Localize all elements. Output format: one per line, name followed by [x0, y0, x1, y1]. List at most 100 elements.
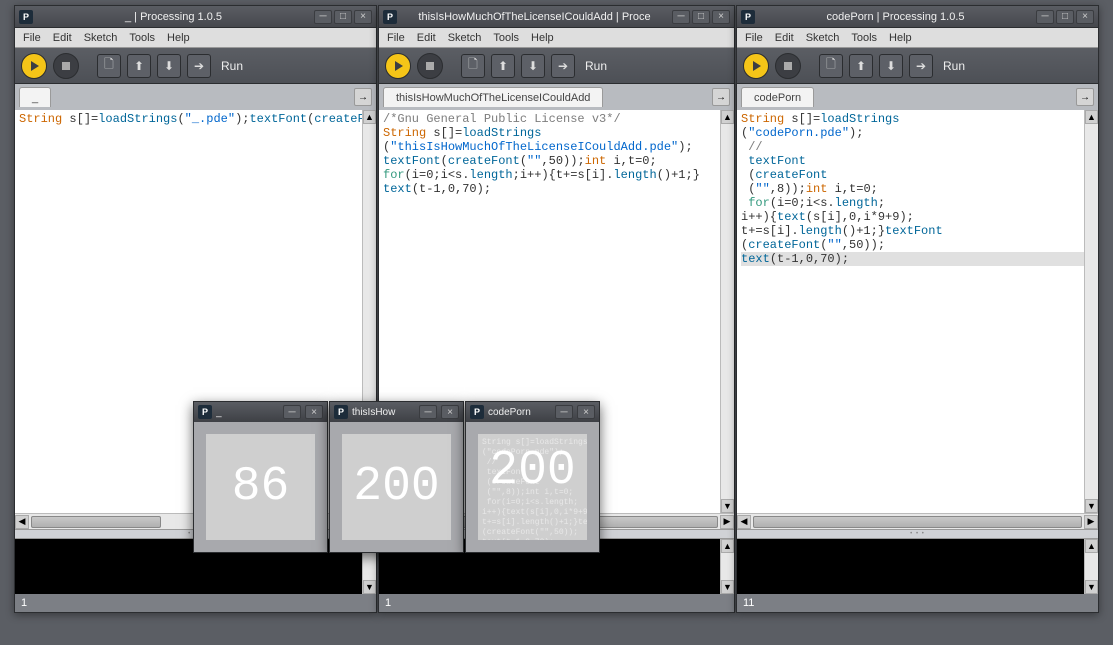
- maximize-button[interactable]: □: [1056, 10, 1074, 24]
- run-button[interactable]: [21, 53, 47, 79]
- close-button[interactable]: ×: [712, 10, 730, 24]
- editor-hscroll[interactable]: ◀ ▶: [737, 513, 1098, 529]
- split-grip[interactable]: • • •: [737, 529, 1098, 539]
- output-window-2: P thisIsHow ─ × 200: [329, 401, 464, 553]
- open-button[interactable]: ⬆: [127, 54, 151, 78]
- hscroll-thumb[interactable]: [753, 516, 1082, 528]
- export-icon: ➔: [558, 59, 568, 73]
- scroll-down-icon[interactable]: ▼: [1085, 499, 1098, 513]
- scroll-down-icon[interactable]: ▼: [363, 580, 376, 594]
- app-icon: P: [383, 10, 397, 24]
- stop-button[interactable]: [53, 53, 79, 79]
- app-icon: P: [334, 405, 348, 419]
- menu-file[interactable]: File: [745, 32, 763, 44]
- stop-button[interactable]: [417, 53, 443, 79]
- app-icon: P: [198, 405, 212, 419]
- run-button[interactable]: [385, 53, 411, 79]
- hscroll-thumb[interactable]: [31, 516, 161, 528]
- open-button[interactable]: ⬆: [491, 54, 515, 78]
- app-icon: P: [741, 10, 755, 24]
- save-icon: ⬇: [164, 59, 174, 73]
- toolbar-label: Run: [585, 59, 607, 73]
- tab-menu-button[interactable]: →: [712, 88, 730, 106]
- menu-help[interactable]: Help: [531, 32, 554, 44]
- menu-edit[interactable]: Edit: [53, 32, 72, 44]
- save-button[interactable]: ⬇: [157, 54, 181, 78]
- menu-edit[interactable]: Edit: [417, 32, 436, 44]
- save-button[interactable]: ⬇: [521, 54, 545, 78]
- open-button[interactable]: ⬆: [849, 54, 873, 78]
- run-button[interactable]: [743, 53, 769, 79]
- titlebar[interactable]: P thisIsHowMuchOfTheLicenseICouldAdd | P…: [379, 6, 734, 28]
- new-button[interactable]: 🗋: [461, 54, 485, 78]
- menu-help[interactable]: Help: [167, 32, 190, 44]
- close-button[interactable]: ×: [354, 10, 372, 24]
- new-button[interactable]: 🗋: [819, 54, 843, 78]
- titlebar[interactable]: P _ | Processing 1.0.5 ─ □ ×: [15, 6, 376, 28]
- scroll-down-icon[interactable]: ▼: [721, 580, 734, 594]
- menu-tools[interactable]: Tools: [129, 32, 155, 44]
- menu-tools[interactable]: Tools: [493, 32, 519, 44]
- scroll-down-icon[interactable]: ▼: [1085, 580, 1098, 594]
- window-title: thisIsHowMuchOfTheLicenseICouldAdd | Pro…: [401, 11, 668, 23]
- console-vscroll[interactable]: ▲ ▼: [1084, 539, 1098, 594]
- menu-sketch[interactable]: Sketch: [806, 32, 840, 44]
- tab-menu-button[interactable]: →: [1076, 88, 1094, 106]
- minimize-button[interactable]: ─: [314, 10, 332, 24]
- scroll-up-icon[interactable]: ▲: [721, 539, 734, 553]
- menu-file[interactable]: File: [387, 32, 405, 44]
- close-button[interactable]: ×: [441, 405, 459, 419]
- editor-vscroll[interactable]: ▲ ▼: [1084, 110, 1098, 513]
- export-icon: ➔: [916, 59, 926, 73]
- code-area[interactable]: String s[]=loadStrings ("codePorn.pde");…: [737, 110, 1098, 513]
- menu-tools[interactable]: Tools: [851, 32, 877, 44]
- export-button[interactable]: ➔: [909, 54, 933, 78]
- minimize-button[interactable]: ─: [1036, 10, 1054, 24]
- toolbar: 🗋 ⬆ ⬇ ➔ Run: [15, 48, 376, 84]
- tabbar: codePorn →: [737, 84, 1098, 110]
- menu-edit[interactable]: Edit: [775, 32, 794, 44]
- minimize-button[interactable]: ─: [419, 405, 437, 419]
- scroll-up-icon[interactable]: ▲: [1085, 110, 1098, 124]
- scroll-right-icon[interactable]: ▶: [1084, 515, 1098, 529]
- menu-help[interactable]: Help: [889, 32, 912, 44]
- menu-sketch[interactable]: Sketch: [448, 32, 482, 44]
- scroll-up-icon[interactable]: ▲: [1085, 539, 1098, 553]
- new-button[interactable]: 🗋: [97, 54, 121, 78]
- scroll-left-icon[interactable]: ◀: [15, 515, 29, 529]
- line-number: 1: [385, 597, 391, 609]
- export-button[interactable]: ➔: [551, 54, 575, 78]
- close-button[interactable]: ×: [1076, 10, 1094, 24]
- scroll-left-icon[interactable]: ◀: [737, 515, 751, 529]
- scroll-right-icon[interactable]: ▶: [720, 515, 734, 529]
- save-button[interactable]: ⬇: [879, 54, 903, 78]
- scroll-up-icon[interactable]: ▲: [721, 110, 734, 124]
- statusbar: 1: [15, 594, 376, 612]
- tab-menu-button[interactable]: →: [354, 88, 372, 106]
- maximize-button[interactable]: □: [334, 10, 352, 24]
- export-button[interactable]: ➔: [187, 54, 211, 78]
- menu-file[interactable]: File: [23, 32, 41, 44]
- scroll-down-icon[interactable]: ▼: [721, 499, 734, 513]
- scroll-up-icon[interactable]: ▲: [363, 110, 376, 124]
- stop-button[interactable]: [775, 53, 801, 79]
- console-vscroll[interactable]: ▲ ▼: [720, 539, 734, 594]
- menu-sketch[interactable]: Sketch: [84, 32, 118, 44]
- titlebar[interactable]: P _ ─ ×: [194, 402, 327, 422]
- editor-vscroll[interactable]: ▲ ▼: [720, 110, 734, 513]
- toolbar: 🗋 ⬆ ⬇ ➔ Run: [379, 48, 734, 84]
- close-button[interactable]: ×: [305, 405, 323, 419]
- minimize-button[interactable]: ─: [283, 405, 301, 419]
- minimize-button[interactable]: ─: [672, 10, 690, 24]
- output-window-1: P _ ─ × 86: [193, 401, 328, 553]
- sketch-tab[interactable]: codePorn: [741, 87, 814, 107]
- titlebar[interactable]: P codePorn ─ ×: [466, 402, 599, 422]
- titlebar[interactable]: P thisIsHow ─ ×: [330, 402, 463, 422]
- minimize-button[interactable]: ─: [555, 405, 573, 419]
- sketch-tab[interactable]: _: [19, 87, 51, 107]
- line-number: 11: [743, 597, 754, 609]
- maximize-button[interactable]: □: [692, 10, 710, 24]
- titlebar[interactable]: P codePorn | Processing 1.0.5 ─ □ ×: [737, 6, 1098, 28]
- sketch-tab[interactable]: thisIsHowMuchOfTheLicenseICouldAdd: [383, 87, 603, 107]
- close-button[interactable]: ×: [577, 405, 595, 419]
